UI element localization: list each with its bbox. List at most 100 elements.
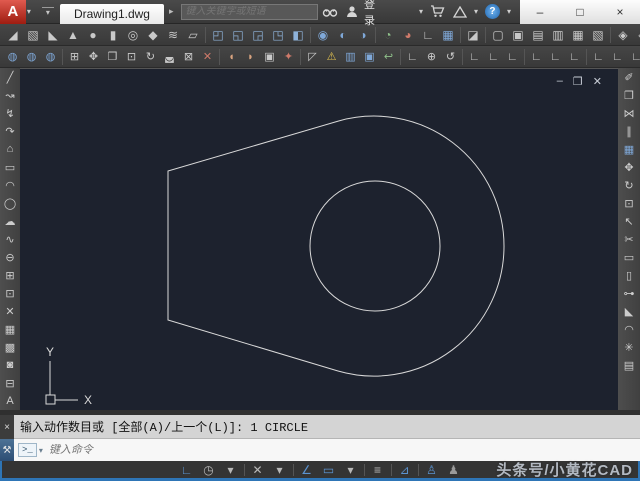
presspull-icon[interactable]: ⊞ [65, 47, 84, 67]
torus-icon[interactable]: ◎ [123, 25, 143, 45]
snap-mode-icon[interactable]: ∟ [176, 462, 198, 478]
insert-block-icon[interactable]: ⊞ [1, 266, 19, 284]
move-3d-icon[interactable]: ✥ [84, 47, 103, 67]
move-icon[interactable]: ✥ [620, 158, 638, 176]
search-input[interactable] [181, 6, 318, 17]
line-icon[interactable]: ╱ [1, 68, 19, 86]
command-prompt-icon[interactable]: >_ [18, 443, 37, 457]
loft-icon[interactable]: ◳ [268, 25, 288, 45]
ucs-z-icon[interactable]: ∟ [627, 47, 640, 67]
annotation-visibility-icon[interactable]: ♙ [421, 462, 443, 478]
break-icon[interactable]: ▯ [620, 266, 638, 284]
command-input[interactable] [48, 444, 349, 456]
fillet-icon[interactable]: ◠ [620, 320, 638, 338]
rotate-3d-icon[interactable]: ↻ [141, 47, 160, 67]
ucs-3point-icon[interactable]: ∟ [565, 47, 584, 67]
solid-check-icon[interactable]: ✦ [279, 47, 298, 67]
help-search-box[interactable] [180, 3, 319, 20]
explode-icon[interactable]: ✳ [620, 338, 638, 356]
object-snap-icon[interactable]: ▭ [318, 462, 340, 478]
app-logo[interactable]: A [0, 0, 26, 24]
ramp-icon[interactable]: ◣ [43, 25, 63, 45]
sign-in-label[interactable]: 登录 [362, 0, 388, 28]
thicken-icon[interactable]: ▥ [341, 47, 360, 67]
fillet-edge-icon[interactable]: ◖ [222, 47, 241, 67]
minimize-button[interactable]: – [520, 5, 560, 19]
visual-style-wireframe-icon[interactable]: ◇ [633, 25, 640, 45]
convert-icon[interactable]: ▣ [360, 47, 379, 67]
chamfer-icon[interactable]: ◣ [620, 302, 638, 320]
a360-icon[interactable] [449, 0, 471, 24]
intersect-icon[interactable]: ◑ [353, 25, 373, 45]
quick-access-customize-icon[interactable]: ▾ [41, 6, 54, 17]
ucs-previous-icon[interactable]: ⊕ [422, 47, 441, 67]
autosnap-tracking-icon[interactable]: ✕ [247, 462, 269, 478]
rectangle-icon[interactable]: ▭ [1, 158, 19, 176]
extract-edges-icon[interactable]: ⊡ [122, 47, 141, 67]
inner-circle-entity[interactable] [309, 180, 441, 312]
copy-3d-icon[interactable]: ❐ [103, 47, 122, 67]
text-icon[interactable]: A [1, 392, 19, 410]
help-dropdown-icon[interactable]: ▾ [504, 7, 514, 16]
a360-dropdown-icon[interactable]: ▾ [471, 7, 481, 16]
ucs-object-icon[interactable]: ∟ [465, 47, 484, 67]
imprint-icon[interactable]: ◸ [303, 47, 322, 67]
visual-style-2d-icon[interactable]: ◈ [613, 25, 633, 45]
check-icon[interactable]: ◍ [41, 47, 60, 67]
hatch-icon[interactable]: ▦ [1, 320, 19, 338]
polyline-icon[interactable]: ↝ [1, 86, 19, 104]
revolve-icon[interactable]: ◧ [288, 25, 308, 45]
stretch-icon[interactable]: ↖ [620, 212, 638, 230]
orbit-icon[interactable]: ◔ [378, 25, 398, 45]
print-3d-icon[interactable]: ▤ [620, 356, 638, 374]
search-icon[interactable] [318, 0, 342, 24]
arc-icon[interactable]: ◠ [1, 176, 19, 194]
spline-icon[interactable]: ∿ [1, 230, 19, 248]
app-menu-dropdown-icon[interactable]: ▾ [27, 7, 31, 16]
view-back-icon[interactable]: ▧ [588, 25, 608, 45]
lineweight-icon[interactable]: ≡ [367, 462, 389, 478]
planar-surface-icon[interactable]: ▱ [183, 25, 203, 45]
chamfer-edge-icon[interactable]: ◗ [241, 47, 260, 67]
gradient-icon[interactable]: ◙ [1, 356, 19, 374]
rotate-icon[interactable]: ↻ [620, 176, 638, 194]
help-icon[interactable]: ? [481, 0, 504, 24]
object-snap-dropdown-icon[interactable]: ▾ [340, 462, 362, 478]
ucs-corner-icon[interactable]: ∟ [418, 25, 438, 45]
view-top-icon[interactable]: ▢ [488, 25, 508, 45]
analysis-icon[interactable]: ◍ [22, 47, 41, 67]
close-button[interactable]: × [600, 5, 640, 19]
section-plane-icon[interactable]: ◪ [463, 25, 483, 45]
ucs-y-icon[interactable]: ∟ [608, 47, 627, 67]
scale-icon[interactable]: ⊡ [620, 194, 638, 212]
union-icon[interactable]: ◉ [313, 25, 333, 45]
drawing-canvas[interactable]: – ❐ ✕ Y X [20, 68, 618, 410]
copy-icon[interactable]: ❐ [620, 86, 638, 104]
subtract-icon[interactable]: ◐ [333, 25, 353, 45]
maximize-button[interactable]: □ [560, 5, 600, 19]
polar-angle-icon[interactable]: ∠ [296, 462, 318, 478]
ucs-origin-icon[interactable]: ∟ [527, 47, 546, 67]
tab-overflow-icon[interactable]: ▸ [164, 6, 179, 17]
file-tab[interactable]: Drawing1.dwg [59, 3, 164, 24]
view-front-icon[interactable]: ▦ [568, 25, 588, 45]
pyramid-icon[interactable]: ▲ [63, 25, 83, 45]
recent-commands-dropdown-icon[interactable]: ▾ [39, 446, 43, 455]
outer-profile-polyline[interactable] [167, 115, 505, 377]
view-right-icon[interactable]: ▥ [548, 25, 568, 45]
isodraft-icon[interactable]: ◷ [198, 462, 220, 478]
sphere-icon[interactable]: ● [83, 25, 103, 45]
sweep-icon[interactable]: ◲ [248, 25, 268, 45]
ucs-world-icon[interactable]: ∟ [403, 47, 422, 67]
return-icon[interactable]: ↩ [379, 47, 398, 67]
autosnap-dropdown-icon[interactable]: ▾ [269, 462, 291, 478]
viewcube-icon[interactable]: ▦ [438, 25, 458, 45]
point-icon[interactable]: ✕ [1, 302, 19, 320]
quick-properties-icon[interactable]: ⊿ [394, 462, 416, 478]
ucs-zaxis-icon[interactable]: ∟ [546, 47, 565, 67]
shell-icon[interactable]: ▣ [260, 47, 279, 67]
align-3d-icon[interactable]: ⊠ [179, 47, 198, 67]
wrench-icon[interactable]: ⚒ [0, 439, 14, 461]
interfere-icon[interactable]: ◍ [3, 47, 22, 67]
polysolid-icon[interactable]: ◰ [208, 25, 228, 45]
